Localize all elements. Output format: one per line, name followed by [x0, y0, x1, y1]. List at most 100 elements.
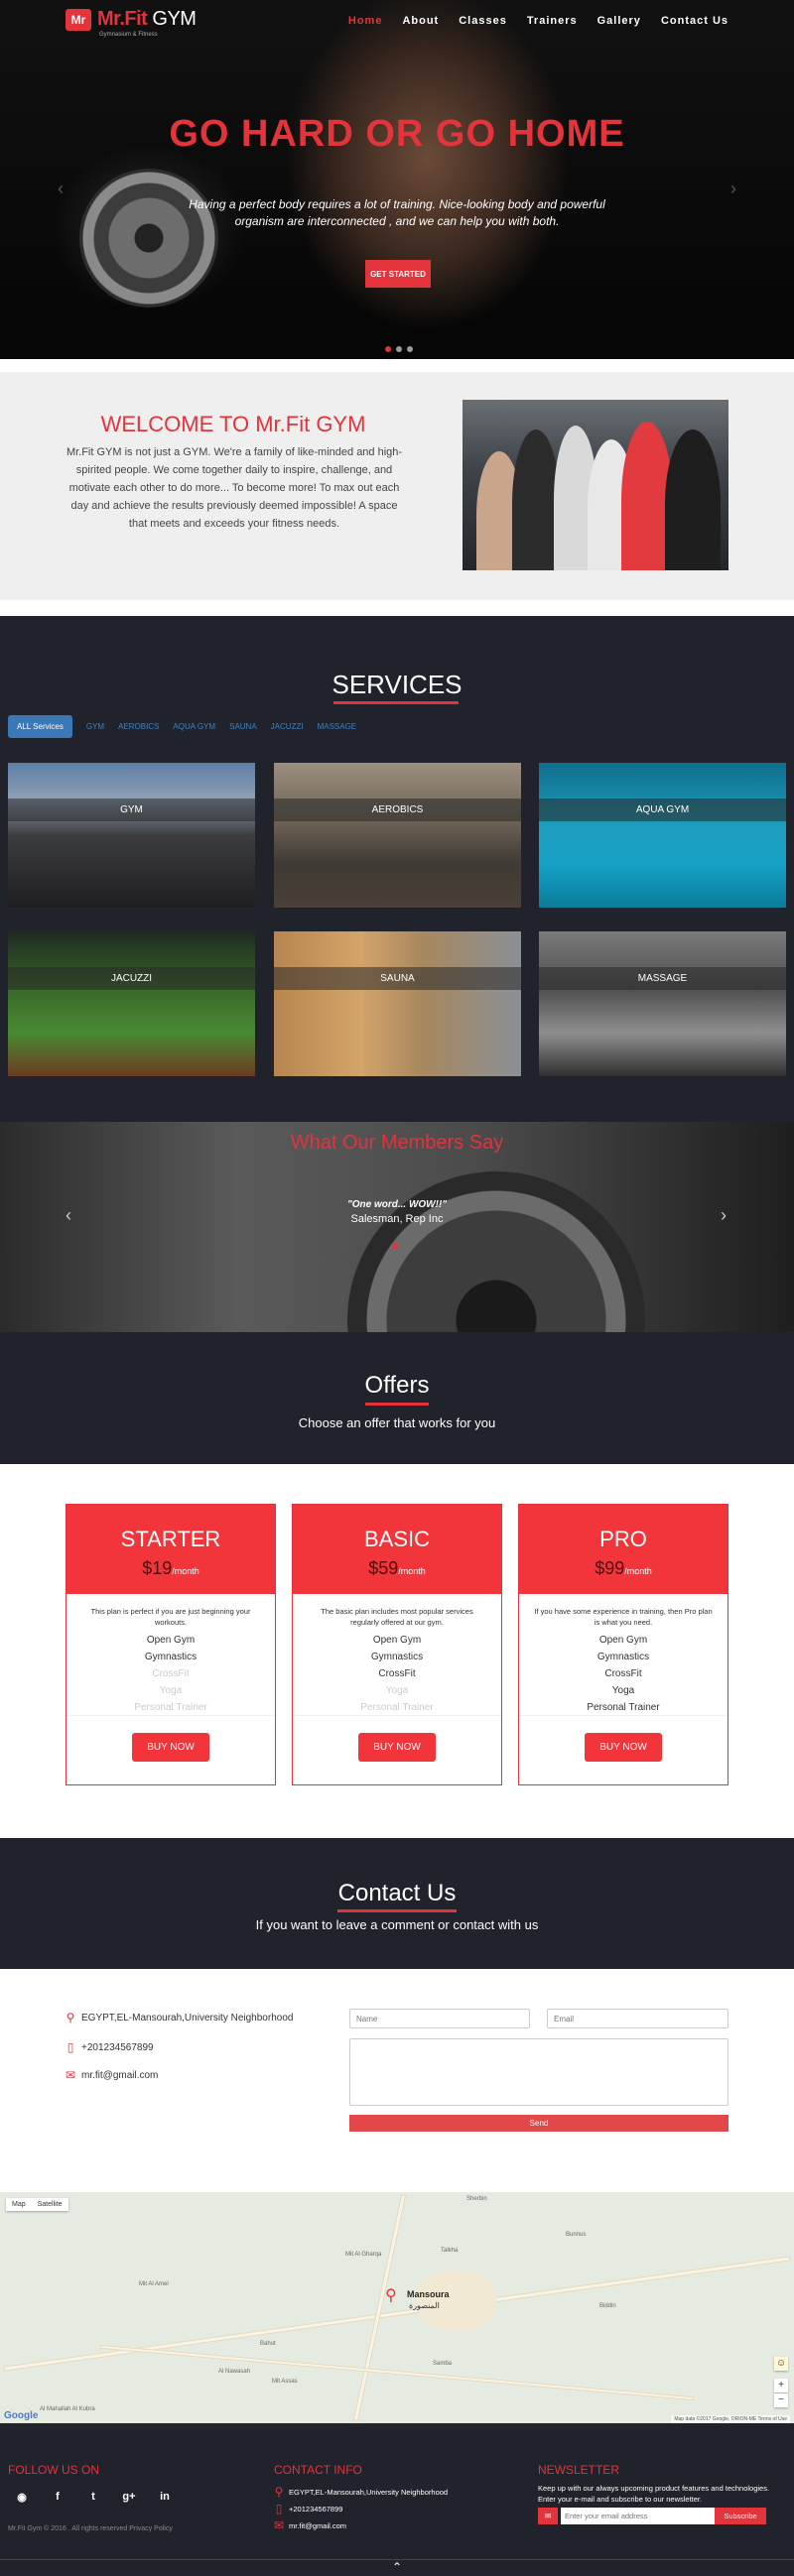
email-line: ✉ mr.fit@gmail.com — [66, 2068, 158, 2082]
nav-classes[interactable]: Classes — [459, 15, 507, 27]
map-road — [3, 2256, 791, 2372]
newsletter-email-input[interactable] — [561, 2508, 715, 2524]
service-tile-sauna[interactable]: SAUNA — [274, 931, 521, 1076]
filter-all[interactable]: ALL Services — [8, 715, 72, 738]
footer-phone: ▯ +201234567899 — [274, 2502, 343, 2515]
feature-item: Open Gym — [146, 1635, 196, 1646]
phone-icon: ▯ — [66, 2040, 74, 2054]
map-label: Biddin — [599, 2303, 616, 2309]
testimonial-author: Salesman, Rep Inc — [350, 1213, 444, 1225]
hero-headline: GO HARD OR GO HOME — [169, 113, 625, 155]
filter-aqua-gym[interactable]: AQUA GYM — [173, 722, 215, 731]
service-tile-aerobics[interactable]: AEROBICS — [274, 763, 521, 908]
footer-address: ⚲ EGYPT,EL-Mansourah,University Neighborh… — [274, 2485, 448, 2499]
slider-dot[interactable] — [385, 346, 391, 352]
weight-plate-image — [347, 1171, 645, 1332]
testimonials-title: What Our Members Say — [290, 1132, 504, 1154]
plan-description: The basic plan includes most popular ser… — [321, 1607, 473, 1627]
nav-contact[interactable]: Contact Us — [661, 15, 728, 27]
feature-item: Yoga — [159, 1685, 183, 1696]
phone-text: +201234567899 — [81, 2041, 154, 2053]
google-plus-icon[interactable]: g+ — [111, 2491, 147, 2504]
buy-now-button[interactable]: BUY NOW — [585, 1733, 662, 1762]
map-attribution: Map data ©2017 Google, ORION-ME Terms of… — [671, 2415, 790, 2423]
testimonials-section: What Our Members Say ‹ › "One word... WO… — [0, 1122, 794, 1332]
testimonial-dot[interactable] — [392, 1243, 398, 1249]
footer-address-text: EGYPT,EL-Mansourah,University Neighborho… — [289, 2487, 449, 2497]
zoom-out-button[interactable]: − — [774, 2393, 788, 2407]
feature-item: Gymnastics — [370, 1652, 424, 1662]
plan-features: Open Gym Gymnastics CrossFit Yoga Person… — [519, 1632, 728, 1716]
buy-now-button[interactable]: BUY NOW — [132, 1733, 209, 1762]
filter-massage[interactable]: MASSAGE — [318, 722, 357, 731]
nav-trainers[interactable]: Trainers — [527, 15, 578, 27]
nav-about[interactable]: About — [402, 15, 439, 27]
testimonial-quote: "One word... WOW!!" — [346, 1199, 448, 1210]
filter-sauna[interactable]: SAUNA — [229, 722, 257, 731]
filter-aerobics[interactable]: AEROBICS — [118, 722, 159, 731]
subscribe-button[interactable]: Subscribe — [715, 2508, 766, 2524]
buy-now-button[interactable]: BUY NOW — [358, 1733, 436, 1762]
logo[interactable]: Mr Mr.Fit GYM Gymnasium & Fitness — [66, 8, 197, 38]
pricing-section: STARTER $19/month This plan is perfect i… — [0, 1464, 794, 1838]
rss-icon[interactable]: ◉ — [4, 2491, 40, 2504]
offers-section: Offers Choose an offer that works for yo… — [0, 1332, 794, 1464]
newsletter-text: Keep up with our always upcoming product… — [538, 2484, 770, 2504]
service-tile-aqua-gym[interactable]: AQUA GYM — [539, 763, 786, 908]
slider-dots — [385, 346, 413, 352]
street-view-icon[interactable]: ☺ — [774, 2357, 788, 2371]
map-label: Samba — [433, 2361, 453, 2367]
feature-item: Personal Trainer — [360, 1702, 434, 1713]
tile-label: MASSAGE — [539, 967, 786, 990]
service-tile-jacuzzi[interactable]: JACUZZI — [8, 931, 255, 1076]
map-type-map[interactable]: Map — [6, 2198, 32, 2211]
service-tile-massage[interactable]: MASSAGE — [539, 931, 786, 1076]
contact-header: Contact Us If you want to leave a commen… — [0, 1838, 794, 1969]
email-field[interactable] — [547, 2009, 728, 2028]
nav-gallery[interactable]: Gallery — [597, 15, 641, 27]
service-tile-gym[interactable]: GYM — [8, 763, 255, 908]
plan-name: BASIC — [363, 1527, 431, 1551]
contact-title: Contact Us — [337, 1880, 457, 1906]
zoom-in-button[interactable]: + — [774, 2379, 788, 2392]
tile-label: SAUNA — [274, 967, 521, 990]
plan-name: STARTER — [120, 1527, 221, 1551]
feature-item: Gymnastics — [144, 1652, 198, 1662]
map-embed[interactable]: Map Satellite Talkha Sherbin Mit Al Ghar… — [0, 2192, 794, 2423]
map-type-satellite[interactable]: Satellite — [32, 2198, 68, 2211]
logo-mark: Mr — [66, 8, 91, 31]
filter-jacuzzi[interactable]: JACUZZI — [271, 722, 304, 731]
message-field[interactable] — [349, 2038, 728, 2106]
map-label: Mit Al Amel — [139, 2281, 169, 2287]
twitter-icon[interactable]: t — [75, 2491, 111, 2504]
filter-gym[interactable]: GYM — [86, 722, 104, 731]
get-started-button[interactable]: GET STARTED — [365, 260, 431, 288]
tile-label: AQUA GYM — [539, 798, 786, 821]
facebook-icon[interactable]: f — [40, 2491, 75, 2504]
slider-next-icon[interactable]: › — [730, 179, 736, 199]
main-nav: Home About Classes Trainers Gallery Cont… — [348, 15, 728, 27]
chevron-up-icon[interactable]: ⌃ — [387, 2560, 407, 2576]
contact-section: ⚲ EGYPT,EL-Mansourah,University Neighbor… — [0, 1969, 794, 2192]
name-field[interactable] — [349, 2009, 530, 2028]
map-marker-icon[interactable]: ⚲ — [385, 2285, 397, 2305]
plan-card-pro: PRO $99/month If you have some experienc… — [518, 1504, 728, 1785]
contact-info-title: CONTACT INFO — [274, 2463, 362, 2477]
feature-item: Personal Trainer — [134, 1702, 207, 1713]
feature-item: Open Gym — [598, 1635, 648, 1646]
map-type-control: Map Satellite — [6, 2198, 68, 2211]
divider — [66, 1715, 275, 1716]
nav-home[interactable]: Home — [348, 15, 383, 27]
linkedin-icon[interactable]: in — [147, 2491, 183, 2504]
send-button[interactable]: Send — [349, 2115, 728, 2132]
email-text[interactable]: mr.fit@gmail.com — [81, 2070, 158, 2081]
slider-dot[interactable] — [407, 346, 413, 352]
map-label: Sherbin — [466, 2196, 487, 2202]
map-label: Al Mahallah Al Kubra — [40, 2406, 95, 2412]
feature-item: CrossFit — [604, 1668, 642, 1679]
slider-dot[interactable] — [396, 346, 402, 352]
footer-email-text[interactable]: mr.fit@gmail.com — [289, 2521, 346, 2530]
slider-prev-icon[interactable]: ‹ — [58, 179, 64, 199]
copyright: Mr.Fit Gym © 2016 . All rights reserved … — [8, 2525, 173, 2532]
feature-item: Open Gym — [372, 1635, 422, 1646]
